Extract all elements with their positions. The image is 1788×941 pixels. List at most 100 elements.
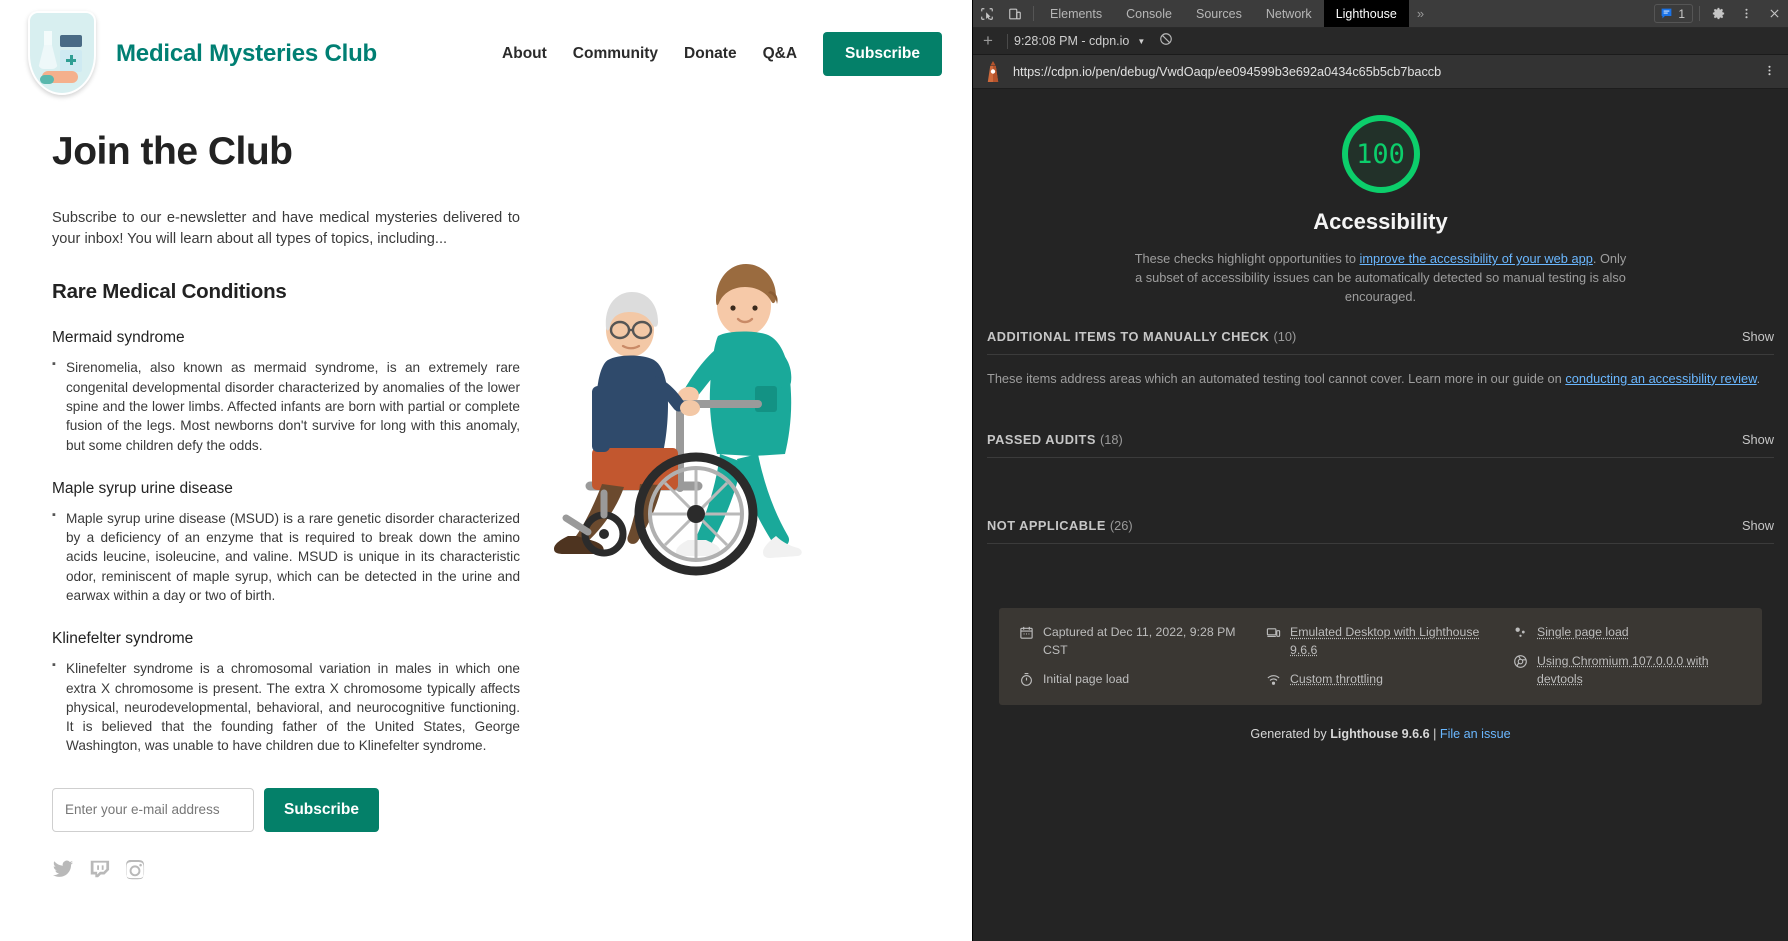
- metadata-pageload-type: Single page load: [1513, 624, 1742, 642]
- condition-list-2: Maple syrup urine disease (MSUD) is a ra…: [52, 509, 520, 605]
- nav-item-community[interactable]: Community: [573, 45, 658, 63]
- section-title: ADDITIONAL ITEMS TO MANUALLY CHECK (10): [987, 329, 1296, 344]
- section-toggle-show[interactable]: Show: [1742, 518, 1774, 533]
- section-title-text: ADDITIONAL ITEMS TO MANUALLY CHECK: [987, 329, 1269, 344]
- subbar-divider: [1007, 34, 1008, 49]
- tab-console[interactable]: Console: [1114, 0, 1184, 27]
- site-header: Medical Mysteries Club About Community D…: [0, 0, 972, 108]
- report-url: https://cdpn.io/pen/debug/VwdOaqp/ee0945…: [1013, 65, 1747, 79]
- tab-sources[interactable]: Sources: [1184, 0, 1254, 27]
- issues-icon: [1660, 7, 1673, 20]
- accessibility-guide-link[interactable]: improve the accessibility of your web ap…: [1360, 251, 1593, 266]
- kebab-menu-icon[interactable]: [1732, 0, 1760, 27]
- section-not-applicable: NOT APPLICABLE (26) Show: [973, 496, 1788, 582]
- network-icon: [1266, 672, 1281, 687]
- twitter-icon[interactable]: [52, 858, 74, 880]
- toolbar-divider: [1033, 6, 1034, 21]
- file-an-issue-link[interactable]: File an issue: [1440, 727, 1511, 741]
- section-spacer: [987, 458, 1774, 496]
- section-description: These items address areas which an autom…: [987, 355, 1774, 411]
- score-value: 100: [1356, 139, 1405, 170]
- metadata-emulation-text[interactable]: Emulated Desktop with Lighthouse 9.6.6: [1290, 624, 1495, 660]
- new-report-button[interactable]: +: [975, 28, 1001, 54]
- section-toggle-show[interactable]: Show: [1742, 329, 1774, 344]
- email-field[interactable]: [52, 788, 254, 832]
- list-item: Sirenomelia, also known as mermaid syndr…: [52, 358, 520, 454]
- list-item: Maple syrup urine disease (MSUD) is a ra…: [52, 509, 520, 605]
- close-icon[interactable]: [1760, 0, 1788, 27]
- more-tabs-chevron-icon[interactable]: »: [1409, 0, 1432, 27]
- nav-item-donate[interactable]: Donate: [684, 45, 737, 63]
- toggle-device-toolbar-icon[interactable]: [1001, 0, 1029, 27]
- toolbar-spacer: [1432, 0, 1652, 27]
- nav-item-about[interactable]: About: [502, 45, 547, 63]
- section-passed-audits: PASSED AUDITS (18) Show: [973, 410, 1788, 496]
- metadata-captured: Captured at Dec 11, 2022, 9:28 PM CST: [1019, 624, 1248, 660]
- section-count: (10): [1274, 329, 1297, 344]
- report-footer: Generated by Lighthouse 9.6.6 | File an …: [973, 705, 1788, 755]
- section-count: (26): [1110, 518, 1133, 533]
- metadata-pageload-type-text[interactable]: Single page load: [1537, 624, 1629, 642]
- score-gauge-block: 100 Accessibility These checks highlight…: [973, 89, 1788, 307]
- description-pre: These checks highlight opportunities to: [1135, 251, 1360, 266]
- page-title: Join the Club: [52, 130, 520, 174]
- issues-badge[interactable]: 1: [1654, 4, 1693, 23]
- main-nav: About Community Donate Q&A Subscribe: [502, 32, 942, 76]
- toolbar-divider-2: [1699, 6, 1700, 21]
- gear-icon[interactable]: [1704, 0, 1732, 27]
- devtools-tabbar: Elements Console Sources Network Lightho…: [973, 0, 1788, 28]
- metadata-pageload: Initial page load: [1019, 671, 1248, 689]
- condition-title-2: Maple syrup urine disease: [52, 480, 520, 498]
- section-toggle-show[interactable]: Show: [1742, 432, 1774, 447]
- accessibility-review-link[interactable]: conducting an accessibility review: [1565, 371, 1756, 386]
- twitch-icon[interactable]: [88, 858, 110, 880]
- tab-lighthouse[interactable]: Lighthouse: [1324, 0, 1409, 27]
- devices-icon: [1266, 625, 1281, 640]
- condition-title-1: Mermaid syndrome: [52, 329, 520, 347]
- stopwatch-icon: [1019, 672, 1034, 687]
- accessibility-score-gauge[interactable]: 100: [1342, 115, 1420, 193]
- nav-subscribe-button[interactable]: Subscribe: [823, 32, 942, 76]
- tab-elements[interactable]: Elements: [1038, 0, 1114, 27]
- section-body-post: .: [1757, 371, 1761, 386]
- intro-paragraph: Subscribe to our e-newsletter and have m…: [52, 208, 520, 250]
- category-title: Accessibility: [1313, 209, 1448, 235]
- web-page-pane: Medical Mysteries Club About Community D…: [0, 0, 972, 941]
- page-body: Join the Club Subscribe to our e-newslet…: [0, 108, 972, 880]
- nurse-wheelchair-illustration: [530, 218, 970, 578]
- metadata-column-2: Emulated Desktop with Lighthouse 9.6.6 C…: [1266, 624, 1495, 688]
- section-count: (18): [1100, 432, 1123, 447]
- chromium-icon: [1513, 654, 1528, 669]
- medical-shield-logo-icon: [28, 11, 100, 97]
- report-kebab-menu-icon[interactable]: [1759, 63, 1780, 81]
- section-title-text: PASSED AUDITS: [987, 432, 1096, 447]
- section-header: PASSED AUDITS (18) Show: [987, 410, 1774, 457]
- footer-lighthouse-version: Lighthouse 9.6.6: [1330, 727, 1429, 741]
- metadata-useragent-text[interactable]: Using Chromium 107.0.0.0 with devtools: [1537, 653, 1742, 689]
- condition-title-3: Klinefelter syndrome: [52, 630, 520, 648]
- inspect-element-icon[interactable]: [973, 0, 1001, 27]
- chevron-down-icon: ▼: [1137, 37, 1145, 46]
- metadata-throttling: Custom throttling: [1266, 671, 1495, 689]
- devtools-panel: Elements Console Sources Network Lightho…: [972, 0, 1788, 941]
- issues-count: 1: [1678, 7, 1685, 21]
- section-manual-check: ADDITIONAL ITEMS TO MANUALLY CHECK (10) …: [973, 307, 1788, 411]
- section-title: NOT APPLICABLE (26): [987, 518, 1133, 533]
- instagram-icon[interactable]: [124, 858, 146, 880]
- section-body-pre: These items address areas which an autom…: [987, 371, 1565, 386]
- metadata-pageload-text: Initial page load: [1043, 671, 1129, 689]
- lighthouse-subbar: + 9:28:08 PM - cdpn.io ▼: [973, 28, 1788, 55]
- tab-network[interactable]: Network: [1254, 0, 1324, 27]
- report-metadata-card: Captured at Dec 11, 2022, 9:28 PM CST In…: [999, 608, 1762, 704]
- calendar-icon: [1019, 625, 1034, 640]
- section-header: ADDITIONAL ITEMS TO MANUALLY CHECK (10) …: [987, 307, 1774, 354]
- report-run-selector[interactable]: 9:28:08 PM - cdpn.io ▼: [1014, 34, 1145, 48]
- nav-item-qa[interactable]: Q&A: [763, 45, 797, 63]
- metadata-column-3: Single page load Using Chromium 107.0.0.…: [1513, 624, 1742, 688]
- brand-title: Medical Mysteries Club: [116, 40, 377, 68]
- subscribe-button[interactable]: Subscribe: [264, 788, 379, 832]
- lighthouse-logo-icon: [985, 61, 1001, 83]
- section-header: NOT APPLICABLE (26) Show: [987, 496, 1774, 543]
- metadata-throttling-text[interactable]: Custom throttling: [1290, 671, 1383, 689]
- clear-all-icon[interactable]: [1159, 32, 1173, 51]
